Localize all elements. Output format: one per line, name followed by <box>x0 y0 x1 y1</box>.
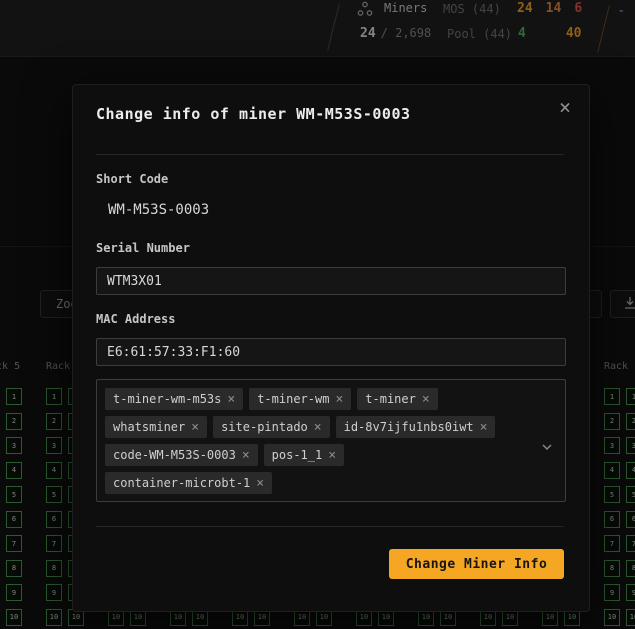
tag-chip[interactable]: t-miner-wm-m53s × <box>105 388 244 410</box>
tag-chip[interactable]: site-pintado × <box>213 416 330 438</box>
tag-chip[interactable]: whatsminer × <box>105 416 208 438</box>
tag-remove-icon[interactable]: × <box>191 420 199 435</box>
tag-remove-icon[interactable]: × <box>328 448 336 463</box>
modal-title: Change info of miner WM-M53S-0003 <box>96 105 411 123</box>
tags-list: t-miner-wm-m53s × t-miner-wm × t-miner × whats… <box>97 380 565 502</box>
tag-label: id-8v7ijfu1nbs0iwt <box>343 420 474 434</box>
tag-label: code-WM-M53S-0003 <box>113 448 236 462</box>
tag-chip[interactable]: id-8v7ijfu1nbs0iwt × <box>335 416 496 438</box>
tag-label: t-miner-wm <box>257 392 330 406</box>
change-miner-info-button[interactable]: Change Miner Info <box>389 549 564 579</box>
modal-divider-top <box>96 154 564 155</box>
tag-remove-icon[interactable]: × <box>335 392 343 407</box>
short-code-value: WM-M53S-0003 <box>108 202 210 218</box>
tag-chip[interactable]: pos-1_1 × <box>263 444 345 466</box>
serial-number-input[interactable] <box>96 267 566 295</box>
mac-address-label: MAC Address <box>96 312 176 326</box>
tag-chip[interactable]: t-miner-wm × <box>249 388 352 410</box>
change-miner-info-modal: Change info of miner WM-M53S-0003 × Shor… <box>72 84 590 612</box>
tag-remove-icon[interactable]: × <box>314 420 322 435</box>
tag-remove-icon[interactable]: × <box>256 476 264 491</box>
tag-label: container-microbt-1 <box>113 476 251 490</box>
modal-divider-bottom <box>96 526 564 527</box>
tag-remove-icon[interactable]: × <box>242 448 250 463</box>
tag-label: site-pintado <box>221 420 308 434</box>
tag-remove-icon[interactable]: × <box>227 392 235 407</box>
short-code-label: Short Code <box>96 172 169 186</box>
tag-remove-icon[interactable]: × <box>422 392 430 407</box>
tag-label: whatsminer <box>113 420 186 434</box>
tag-remove-icon[interactable]: × <box>480 420 488 435</box>
mac-address-input[interactable] <box>96 338 566 366</box>
tag-label: pos-1_1 <box>271 448 323 462</box>
tags-select[interactable]: t-miner-wm-m53s × t-miner-wm × t-miner × whats… <box>96 379 566 502</box>
tag-chip[interactable]: t-miner × <box>357 388 438 410</box>
chevron-down-icon[interactable] <box>541 436 553 455</box>
tag-label: t-miner-wm-m53s <box>113 392 222 406</box>
tag-label: t-miner <box>365 392 416 406</box>
tag-chip[interactable]: container-microbt-1 × <box>105 472 273 494</box>
tag-chip[interactable]: code-WM-M53S-0003 × <box>105 444 258 466</box>
serial-number-label: Serial Number <box>96 241 190 255</box>
close-icon[interactable]: × <box>559 97 571 117</box>
